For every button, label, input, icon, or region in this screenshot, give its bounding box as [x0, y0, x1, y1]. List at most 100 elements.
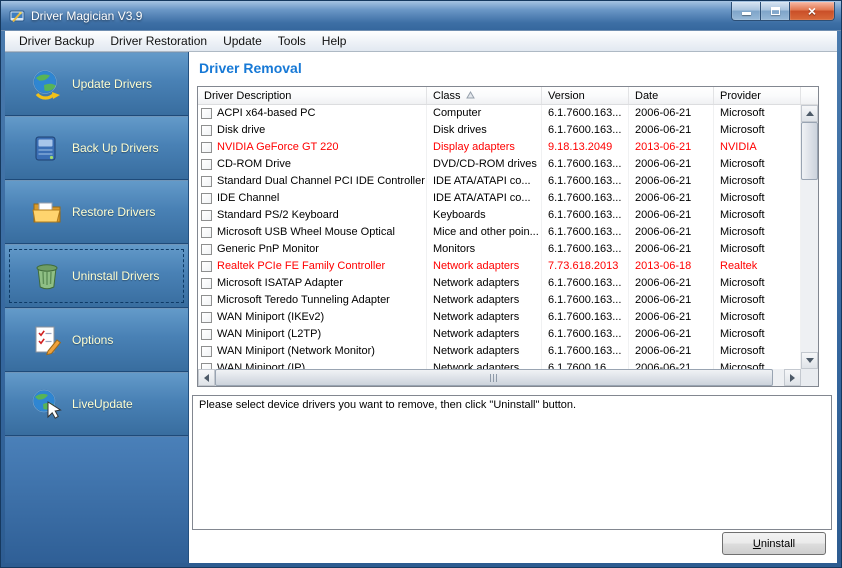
column-header-label: Version	[548, 90, 585, 102]
cell-version: 6.1.7600.163...	[542, 241, 629, 258]
driver-description-text: CD-ROM Drive	[217, 156, 291, 173]
column-header-provider[interactable]: Provider	[714, 87, 801, 104]
table-row[interactable]: Generic PnP MonitorMonitors6.1.7600.163.…	[198, 241, 801, 258]
column-header-class[interactable]: Class	[427, 87, 542, 104]
cell-driver-description: Standard Dual Channel PCI IDE Controller	[198, 173, 427, 190]
sidebar-item-uninstall-drivers[interactable]: Uninstall Drivers	[5, 244, 188, 308]
horizontal-scrollbar[interactable]	[198, 369, 801, 386]
cell-provider: Microsoft	[714, 105, 801, 122]
cell-class: Network adapters	[427, 360, 542, 369]
table-row[interactable]: NVIDIA GeForce GT 220Display adapters9.1…	[198, 139, 801, 156]
uninstall-button-label: Uninstall	[723, 538, 825, 550]
row-checkbox[interactable]	[201, 125, 212, 136]
cell-date: 2006-06-21	[629, 309, 714, 326]
cell-provider: NVIDIA	[714, 139, 801, 156]
row-checkbox[interactable]	[201, 346, 212, 357]
cell-provider: Microsoft	[714, 190, 801, 207]
sidebar-item-options[interactable]: Options	[5, 308, 188, 372]
column-header-label: Driver Description	[204, 90, 291, 102]
horizontal-scrollbar-thumb[interactable]	[215, 369, 773, 386]
cell-version: 6.1.7600.163...	[542, 326, 629, 343]
table-row[interactable]: WAN Miniport (IP)Network adapters6.1.760…	[198, 360, 801, 369]
close-button[interactable]: ×	[789, 2, 835, 21]
driver-description-text: IDE Channel	[217, 190, 279, 207]
row-checkbox[interactable]	[201, 278, 212, 289]
menu-update[interactable]: Update	[215, 32, 270, 50]
cell-driver-description: WAN Miniport (IP)	[198, 360, 427, 369]
cell-version: 6.1.7600.163...	[542, 122, 629, 139]
driver-description-text: ACPI x64-based PC	[217, 105, 315, 122]
cell-class: DVD/CD-ROM drives	[427, 156, 542, 173]
table-row[interactable]: Disk driveDisk drives6.1.7600.163...2006…	[198, 122, 801, 139]
menu-driver-backup[interactable]: Driver Backup	[11, 32, 102, 50]
vertical-scrollbar-thumb[interactable]	[801, 122, 818, 180]
cell-version: 6.1.7600.163...	[542, 207, 629, 224]
table-row[interactable]: Microsoft Teredo Tunneling AdapterNetwor…	[198, 292, 801, 309]
menu-driver-restoration[interactable]: Driver Restoration	[102, 32, 215, 50]
cell-class: Mice and other poin...	[427, 224, 542, 241]
maximize-button[interactable]	[761, 2, 789, 21]
scroll-right-button[interactable]	[784, 369, 801, 386]
row-checkbox[interactable]	[201, 244, 212, 255]
row-checkbox[interactable]	[201, 210, 212, 221]
row-checkbox[interactable]	[201, 176, 212, 187]
cell-provider: Microsoft	[714, 207, 801, 224]
options-icon	[31, 324, 63, 356]
table-row[interactable]: Realtek PCIe FE Family ControllerNetwork…	[198, 258, 801, 275]
scroll-left-button[interactable]	[198, 369, 215, 386]
column-header-driver-description[interactable]: Driver Description	[198, 87, 427, 104]
table-row[interactable]: WAN Miniport (L2TP)Network adapters6.1.7…	[198, 326, 801, 343]
cell-date: 2006-06-21	[629, 190, 714, 207]
row-checkbox[interactable]	[201, 108, 212, 119]
cell-provider: Microsoft	[714, 241, 801, 258]
cell-date: 2006-06-21	[629, 343, 714, 360]
sidebar-item-label: Back Up Drivers	[72, 141, 159, 155]
sidebar-item-update-drivers[interactable]: Update Drivers	[5, 52, 188, 116]
cell-provider: Microsoft	[714, 173, 801, 190]
app-window: Driver Magician V3.9 × Driver Backup Dri…	[0, 0, 842, 568]
scroll-down-button[interactable]	[801, 352, 818, 369]
cell-class: Network adapters	[427, 343, 542, 360]
column-header-date[interactable]: Date	[629, 87, 714, 104]
menu-help[interactable]: Help	[314, 32, 355, 50]
cell-driver-description: WAN Miniport (Network Monitor)	[198, 343, 427, 360]
driver-description-text: NVIDIA GeForce GT 220	[217, 139, 338, 156]
sidebar-item-backup-drivers[interactable]: Back Up Drivers	[5, 116, 188, 180]
driver-description-text: WAN Miniport (L2TP)	[217, 326, 321, 343]
table-row[interactable]: IDE ChannelIDE ATA/ATAPI co...6.1.7600.1…	[198, 190, 801, 207]
table-row[interactable]: Standard Dual Channel PCI IDE Controller…	[198, 173, 801, 190]
column-header-label: Class	[433, 90, 461, 102]
table-row[interactable]: CD-ROM DriveDVD/CD-ROM drives6.1.7600.16…	[198, 156, 801, 173]
vertical-scrollbar[interactable]	[801, 105, 818, 369]
sidebar-item-restore-drivers[interactable]: Restore Drivers	[5, 180, 188, 244]
sidebar-item-label: Restore Drivers	[72, 205, 155, 219]
row-checkbox[interactable]	[201, 312, 212, 323]
row-checkbox[interactable]	[201, 295, 212, 306]
titlebar[interactable]: Driver Magician V3.9 ×	[1, 1, 841, 31]
scroll-up-button[interactable]	[801, 105, 818, 122]
cell-provider: Microsoft	[714, 326, 801, 343]
row-checkbox[interactable]	[201, 329, 212, 340]
row-checkbox[interactable]	[201, 159, 212, 170]
table-row[interactable]: Standard PS/2 KeyboardKeyboards6.1.7600.…	[198, 207, 801, 224]
row-checkbox[interactable]	[201, 227, 212, 238]
table-row[interactable]: ACPI x64-based PCComputer6.1.7600.163...…	[198, 105, 801, 122]
sidebar-item-label: Update Drivers	[72, 77, 152, 91]
table-row[interactable]: WAN Miniport (Network Monitor)Network ad…	[198, 343, 801, 360]
backup-drivers-icon	[31, 132, 63, 164]
sidebar-item-liveupdate[interactable]: LiveUpdate	[5, 372, 188, 436]
row-checkbox[interactable]	[201, 261, 212, 272]
menu-tools[interactable]: Tools	[270, 32, 314, 50]
column-header-version[interactable]: Version	[542, 87, 629, 104]
table-row[interactable]: Microsoft USB Wheel Mouse OpticalMice an…	[198, 224, 801, 241]
cell-class: Network adapters	[427, 258, 542, 275]
row-checkbox[interactable]	[201, 193, 212, 204]
minimize-button[interactable]	[731, 2, 761, 21]
arrow-right-icon	[790, 374, 795, 382]
instruction-text: Please select device drivers you want to…	[199, 399, 576, 411]
main-panel: Driver Removal Driver Description Class …	[188, 52, 837, 563]
table-row[interactable]: Microsoft ISATAP AdapterNetwork adapters…	[198, 275, 801, 292]
row-checkbox[interactable]	[201, 142, 212, 153]
table-row[interactable]: WAN Miniport (IKEv2)Network adapters6.1.…	[198, 309, 801, 326]
uninstall-button[interactable]: Uninstall	[722, 532, 826, 555]
